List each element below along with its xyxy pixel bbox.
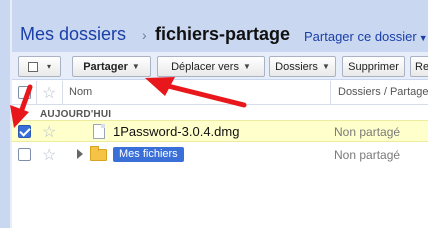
annotation-arrows: [10, 77, 247, 128]
arrow-to-row-checkbox: [10, 84, 33, 128]
arrow-to-share-button: [145, 77, 247, 108]
